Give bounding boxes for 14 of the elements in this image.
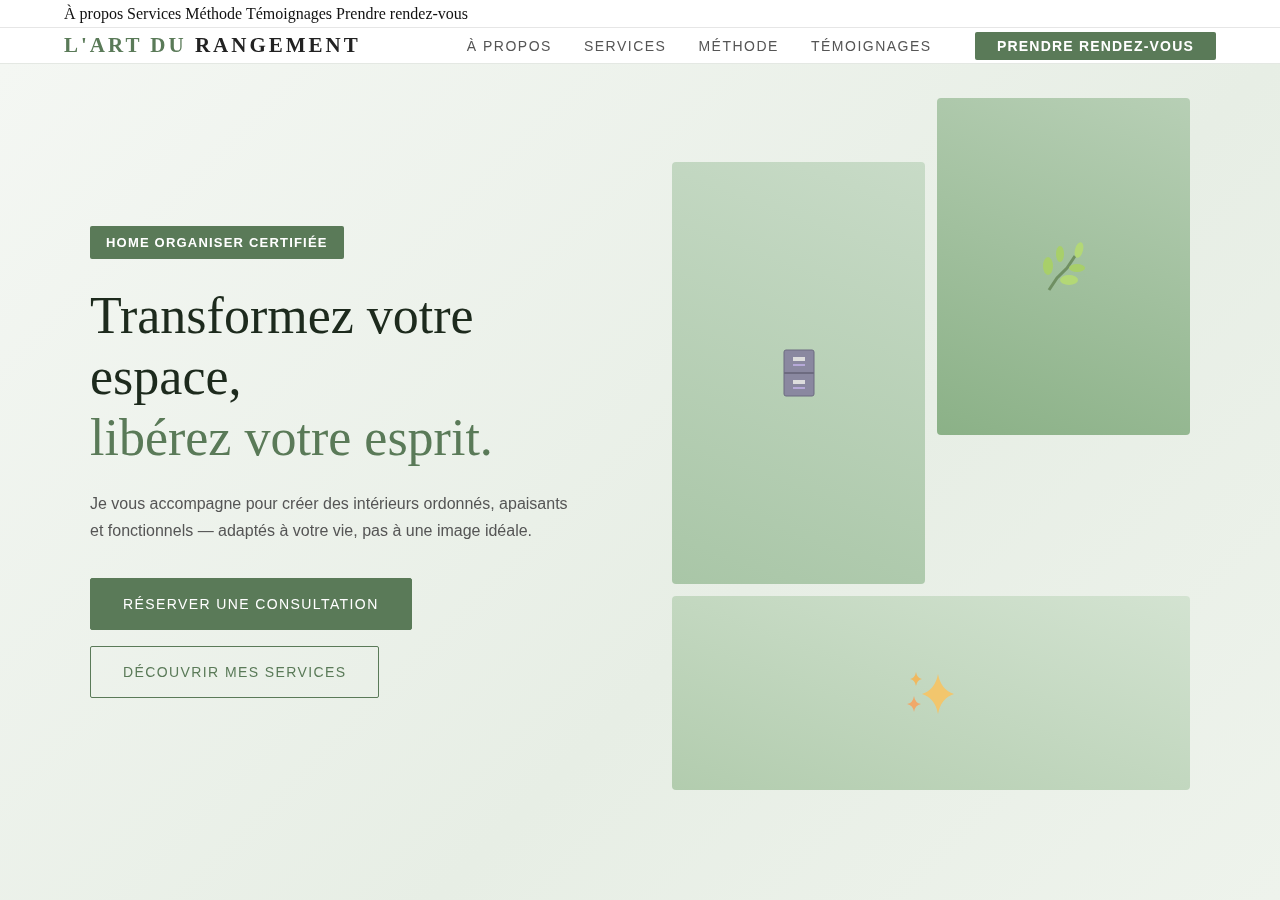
nav-link[interactable]: SERVICES [583, 37, 667, 54]
consultation-button[interactable]: RÉSERVER UNE CONSULTATION [90, 578, 412, 630]
hero-description: Je vous accompagne pour créer des intérieurs ordonnés, apaisants et fonctionnels — adaptés à votre vie, pas à une image idéale. [90, 494, 569, 541]
appointment-button[interactable]: PRENDRE RENDEZ-VOUS [974, 31, 1216, 60]
hero-title: Transformez votre espace, libérez votre esprit. [90, 286, 494, 468]
nav-link[interactable]: TÉMOIGNAGES [810, 37, 932, 54]
filing-cabinet-icon [782, 349, 815, 397]
navigation-links-text: À propos Services Méthode Témoignages Prendre rendez-vous [64, 4, 469, 23]
certification-badge: HOME ORGANISER CERTIFIÉE [90, 226, 344, 259]
services-button[interactable]: DÉCOUVRIR MES SERVICES [90, 646, 380, 698]
leafy-branch-icon [1042, 241, 1085, 292]
nav-link[interactable]: À PROPOS [466, 37, 552, 54]
logo[interactable]: L'ART DU RANGEMENT [64, 33, 361, 58]
nav-link[interactable]: MÉTHODE [698, 37, 779, 54]
